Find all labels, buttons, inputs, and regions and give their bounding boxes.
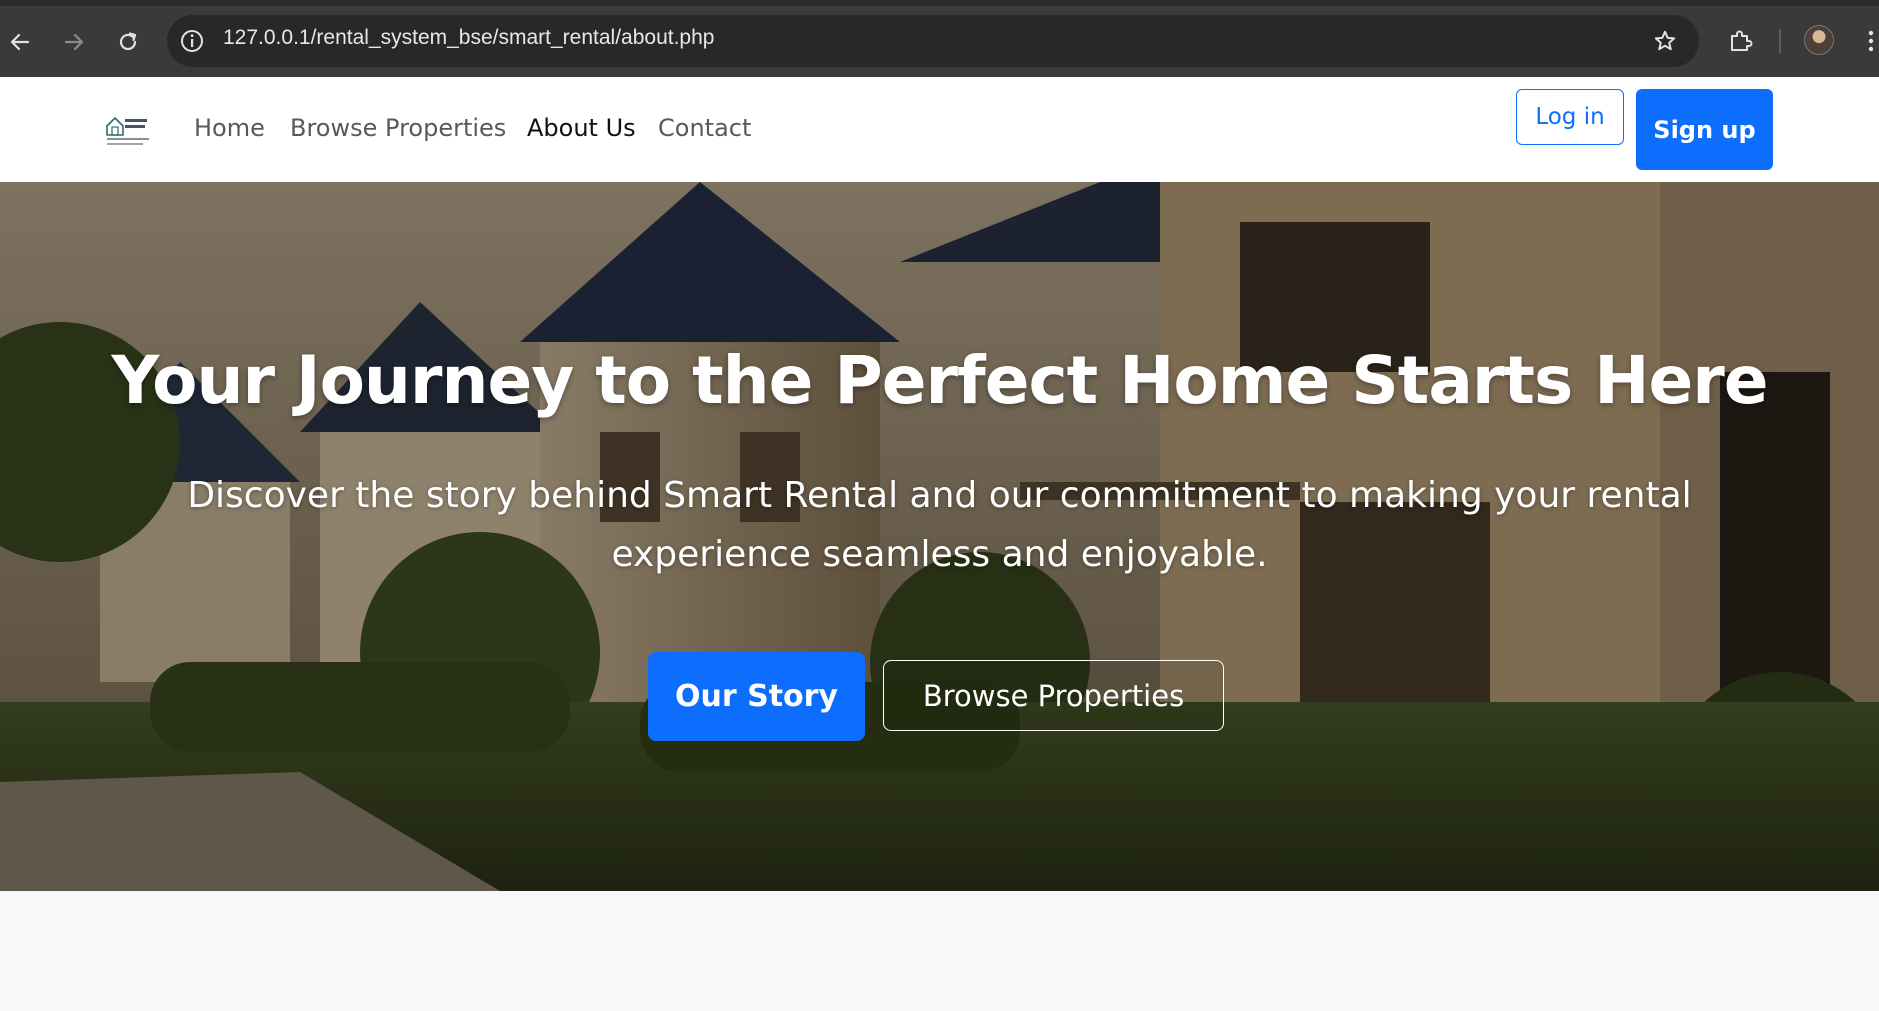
forward-button[interactable] xyxy=(54,22,94,62)
our-story-button[interactable]: Our Story xyxy=(648,652,865,741)
back-arrow-icon xyxy=(10,33,30,51)
url-text[interactable]: 127.0.0.1/rental_system_bse/smart_rental… xyxy=(223,26,714,50)
bookmark-star-icon xyxy=(1654,30,1676,51)
browser-menu-button[interactable] xyxy=(1862,21,1879,61)
bookmark-button[interactable] xyxy=(1645,21,1685,61)
login-button[interactable]: Log in xyxy=(1516,89,1624,145)
signup-button[interactable]: Sign up xyxy=(1636,89,1773,170)
profile-avatar[interactable] xyxy=(1804,25,1834,55)
hero-subtitle: Discover the story behind Smart Rental a… xyxy=(187,475,1692,575)
browse-properties-button[interactable]: Browse Properties xyxy=(883,660,1224,731)
forward-arrow-icon xyxy=(64,33,84,51)
extensions-button[interactable] xyxy=(1721,21,1761,61)
reload-button[interactable] xyxy=(108,22,148,62)
tab-strip xyxy=(0,0,1879,6)
browser-toolbar: 127.0.0.1/rental_system_bse/smart_rental… xyxy=(0,0,1879,77)
smart-rental-logo[interactable] xyxy=(105,113,153,147)
back-button[interactable] xyxy=(0,22,40,62)
nav-link-contact[interactable]: Contact xyxy=(658,114,751,142)
hero-title: Your Journey to the Perfect Home Starts … xyxy=(111,342,1768,419)
nav-link-browse-properties[interactable]: Browse Properties xyxy=(290,114,506,142)
toolbar-divider xyxy=(1779,29,1781,53)
page-content-area xyxy=(0,891,1879,1011)
extensions-puzzle-icon xyxy=(1731,30,1753,51)
kebab-menu-icon xyxy=(1868,30,1873,52)
reload-icon xyxy=(119,32,137,51)
nav-link-home[interactable]: Home xyxy=(194,114,265,142)
site-info-icon[interactable] xyxy=(179,28,205,54)
nav-link-about-us[interactable]: About Us xyxy=(527,114,636,142)
